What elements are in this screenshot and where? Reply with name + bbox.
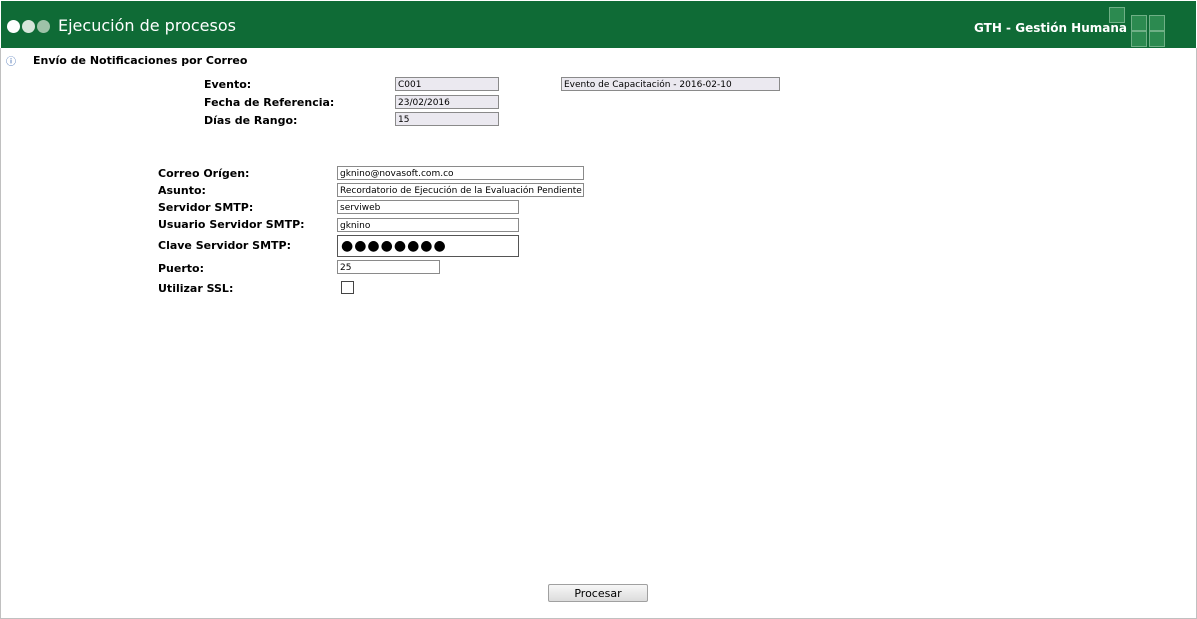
asunto-input[interactable]: Recordatorio de Ejecución de la Evaluaci…: [337, 183, 584, 197]
dot-icon: [37, 20, 50, 33]
asunto-label: Asunto:: [158, 184, 206, 197]
info-icon: ⓘ: [6, 57, 16, 68]
servidor-smtp-label: Servidor SMTP:: [158, 201, 254, 214]
fecha-referencia-label: Fecha de Referencia:: [204, 96, 335, 109]
procesar-button[interactable]: Procesar: [548, 584, 648, 602]
clave-smtp-label: Clave Servidor SMTP:: [158, 239, 291, 252]
correo-origen-input[interactable]: gknino@novasoft.com.co: [337, 166, 584, 180]
usuario-smtp-label: Usuario Servidor SMTP:: [158, 218, 305, 231]
evento-code-field: C001: [395, 77, 499, 91]
clave-smtp-password-input[interactable]: ●●●●●●●●: [337, 235, 519, 257]
ssl-checkbox[interactable]: [341, 281, 354, 294]
people-logo: [1101, 5, 1193, 47]
page-title: Ejecución de procesos: [58, 16, 236, 35]
dias-rango-label: Días de Rango:: [204, 114, 298, 127]
ssl-label: Utilizar SSL:: [158, 282, 234, 295]
puerto-label: Puerto:: [158, 262, 204, 275]
puerto-input[interactable]: 25: [337, 260, 440, 274]
app-header: Ejecución de procesos GTH - Gestión Huma…: [1, 1, 1196, 48]
correo-origen-label: Correo Orígen:: [158, 167, 250, 180]
evento-label: Evento:: [204, 78, 252, 91]
content-frame: [0, 48, 1197, 619]
evento-description-field: Evento de Capacitación - 2016-02-10: [561, 77, 780, 91]
usuario-smtp-input[interactable]: gknino: [337, 218, 519, 232]
dot-icon: [7, 20, 20, 33]
servidor-smtp-input[interactable]: serviweb: [337, 200, 519, 214]
fecha-referencia-field: 23/02/2016: [395, 95, 499, 109]
dias-rango-field: 15: [395, 112, 499, 126]
section-title: Envío de Notificaciones por Correo: [33, 54, 248, 67]
dot-icon: [22, 20, 35, 33]
